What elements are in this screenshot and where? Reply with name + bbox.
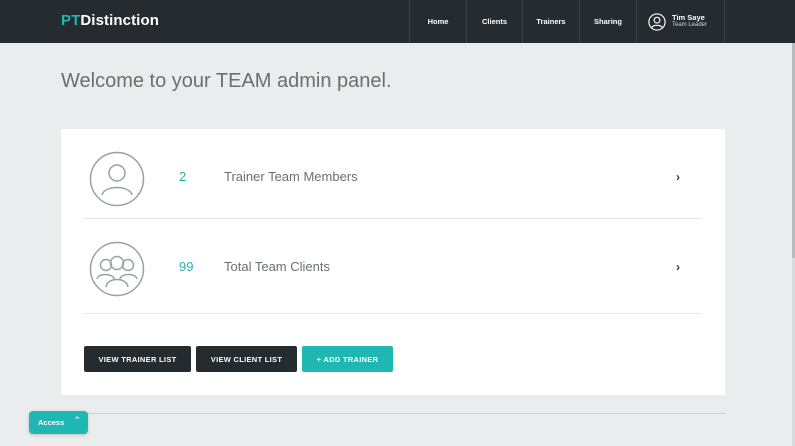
nav-sharing[interactable]: Sharing	[579, 0, 636, 43]
nav-home[interactable]: Home	[409, 0, 466, 43]
top-navigation-bar: PTDistinction Home Clients Trainers Shar…	[0, 0, 795, 43]
user-info: Tim Saye Team Leader	[672, 13, 707, 31]
nav-trainers[interactable]: Trainers	[522, 0, 579, 43]
chevron-right-icon[interactable]: ›	[676, 170, 680, 184]
team-summary-panel: 2 Trainer Team Members › 99 Total Team C…	[61, 129, 725, 395]
user-name: Tim Saye	[672, 12, 705, 22]
logo-pt: PT	[61, 12, 81, 29]
trainer-count: 2	[179, 169, 187, 184]
logo-distinction: Distinction	[80, 12, 159, 29]
main-nav: Home Clients Trainers Sharing Tim Saye T…	[409, 0, 725, 43]
page-title: Welcome to your TEAM admin panel.	[61, 70, 392, 92]
user-circle-icon	[648, 12, 666, 31]
view-trainer-list-button[interactable]: VIEW TRAINER LIST	[84, 346, 191, 372]
view-client-list-button[interactable]: VIEW CLIENT LIST	[196, 346, 297, 372]
user-role: Team Leader	[672, 22, 708, 29]
nav-clients[interactable]: Clients	[466, 0, 522, 43]
access-widget-button[interactable]: Access ⌃	[29, 411, 88, 434]
chevron-right-icon[interactable]: ›	[676, 260, 680, 274]
access-label: Access	[38, 418, 65, 427]
client-count-label: Total Team Clients	[224, 259, 330, 274]
stat-row-clients[interactable]: 99 Total Team Clients ›	[84, 224, 701, 314]
client-count: 99	[179, 259, 194, 274]
stat-row-trainers[interactable]: 2 Trainer Team Members ›	[84, 129, 701, 219]
pt-distinction-logo[interactable]: PTDistinction	[61, 12, 159, 29]
group-circle-icon	[89, 241, 145, 297]
person-circle-icon	[89, 151, 145, 207]
add-trainer-button[interactable]: + ADD TRAINER	[302, 346, 393, 372]
user-menu[interactable]: Tim Saye Team Leader	[636, 0, 725, 43]
section-divider	[61, 413, 725, 414]
chevron-up-icon: ⌃	[73, 415, 81, 425]
trainer-count-label: Trainer Team Members	[224, 169, 358, 184]
